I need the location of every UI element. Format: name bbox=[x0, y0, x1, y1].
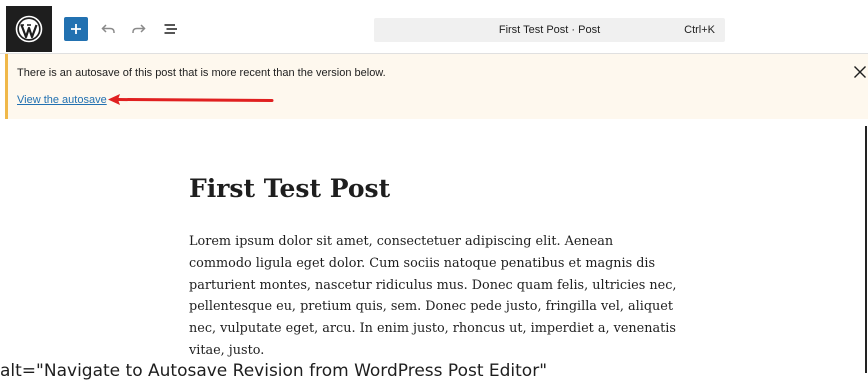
add-block-button[interactable] bbox=[64, 17, 88, 41]
document-overview-button[interactable] bbox=[160, 18, 182, 40]
undo-icon bbox=[101, 24, 115, 33]
dismiss-notice-button[interactable] bbox=[852, 64, 868, 80]
editor-toolbar: First Test Post · Post Ctrl+K bbox=[0, 0, 868, 54]
list-view-icon bbox=[164, 24, 177, 34]
redo-button[interactable] bbox=[128, 18, 150, 40]
annotation-arrow-icon bbox=[108, 94, 274, 105]
wordpress-icon bbox=[15, 15, 43, 43]
command-title: First Test Post · Post bbox=[498, 24, 601, 36]
autosave-notice: There is an autosave of this post that i… bbox=[5, 54, 868, 119]
command-palette-button[interactable]: First Test Post · Post Ctrl+K bbox=[374, 18, 725, 42]
panel-edge bbox=[865, 126, 867, 373]
undo-button[interactable] bbox=[97, 18, 119, 40]
close-icon bbox=[854, 66, 866, 78]
plus-icon bbox=[71, 24, 81, 34]
post-title[interactable]: First Test Post bbox=[189, 174, 390, 203]
post-paragraph[interactable]: Lorem ipsum dolor sit amet, consectetuer… bbox=[189, 231, 679, 362]
notice-message: There is an autosave of this post that i… bbox=[17, 67, 386, 79]
keyboard-shortcut: Ctrl+K bbox=[684, 24, 715, 36]
view-autosave-link[interactable]: View the autosave bbox=[17, 94, 107, 106]
image-caption: alt="Navigate to Autosave Revision from … bbox=[0, 361, 548, 381]
wordpress-logo-button[interactable] bbox=[6, 6, 52, 52]
redo-icon bbox=[132, 24, 146, 33]
